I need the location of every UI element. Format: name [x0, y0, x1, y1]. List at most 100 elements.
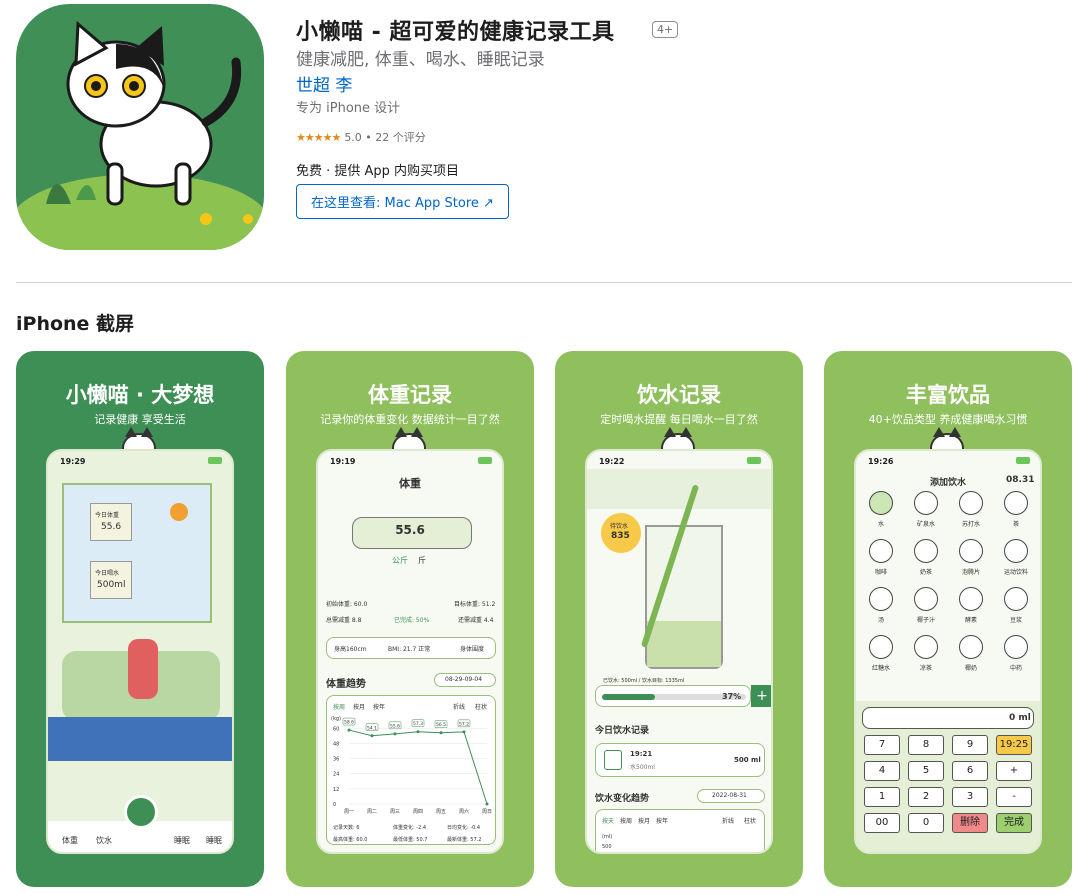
screenshot-1[interactable]: 小懒喵 · 大梦想 记录健康 享受生活 19:29 今日体重 55.6 今日喝水…	[16, 351, 264, 887]
bubble-value: 835	[611, 531, 630, 541]
drink-icon[interactable]	[914, 539, 938, 563]
x-tick-label: 周一	[344, 809, 354, 815]
water-record-item[interactable]: 19:21 水500ml 500 ml	[595, 743, 765, 777]
x-tick-label: 周四	[413, 809, 423, 815]
drink-icon[interactable]	[1004, 491, 1028, 515]
screenshot-subtitle: 40+饮品类型 养成健康喝水习惯	[868, 413, 1028, 426]
keypad-key[interactable]: 9	[952, 735, 988, 755]
keypad-key[interactable]: 3	[952, 787, 988, 807]
keypad-key[interactable]: 4	[864, 761, 900, 781]
range-tab-week[interactable]: 按周	[620, 816, 632, 825]
trend-date-picker[interactable]: 08-29-09-04	[434, 673, 496, 687]
range-tab-year[interactable]: 按年	[656, 816, 668, 825]
drink-icon[interactable]	[914, 587, 938, 611]
range-tab-week[interactable]: 按周	[333, 702, 345, 711]
paw-button[interactable]	[124, 795, 158, 829]
screenshot-2[interactable]: 体重记录 记录你的体重变化 数据统计一目了然 19:19 体重 55.6 公斤 …	[286, 351, 534, 887]
y-tick-label: 12	[333, 787, 339, 793]
status-bar: 19:22	[587, 451, 771, 469]
rating-text: 5.0 • 22 个评分	[344, 131, 426, 144]
status-bar: 19:19	[318, 451, 502, 469]
keypad-key[interactable]: 8	[908, 735, 944, 755]
y-tick-label: 60	[333, 726, 339, 732]
drink-label: 豆浆	[1009, 617, 1022, 624]
progress-text: 已饮水: 500ml / 饮水目标: 1335ml	[603, 678, 685, 684]
chart-tab-bar[interactable]: 柱状	[475, 702, 487, 711]
drink-icon[interactable]	[959, 635, 983, 659]
y-tick-label: 24	[333, 772, 339, 778]
chart-tab-line[interactable]: 折线	[453, 702, 465, 711]
data-label: 57.3	[413, 721, 423, 727]
y-tick-label: 48	[333, 741, 339, 747]
keypad-key[interactable]: +	[996, 761, 1032, 781]
screenshot-subtitle: 记录健康 享受生活	[94, 413, 186, 426]
tab-weight[interactable]: 体重	[62, 835, 78, 846]
range-tab-month[interactable]: 按月	[353, 702, 365, 711]
drink-icon[interactable]	[869, 539, 893, 563]
drink-icon[interactable]	[869, 587, 893, 611]
battery-icon	[747, 457, 761, 464]
drink-icon[interactable]	[914, 491, 938, 515]
drink-icon[interactable]	[914, 635, 938, 659]
drink-label: 中药	[1009, 665, 1022, 672]
screenshot-subtitle: 记录你的体重变化 数据统计一目了然	[320, 413, 500, 426]
body-fat-label: 身体围度	[460, 646, 485, 653]
drink-icon[interactable]	[1004, 539, 1028, 563]
keypad-key[interactable]: 完成	[996, 813, 1032, 833]
range-tab-day[interactable]: 按天	[602, 816, 614, 825]
wave-header	[587, 469, 771, 509]
chart-tab-bar[interactable]: 柱状	[744, 816, 756, 825]
drink-label: 泡腾片	[961, 569, 980, 576]
drink-icon[interactable]	[959, 491, 983, 515]
unit-jin-tab[interactable]: 斤	[418, 555, 426, 566]
keypad-key[interactable]: 1	[864, 787, 900, 807]
data-label: 56.5	[436, 722, 446, 728]
phone-mockup: 19:19 体重 55.6 公斤 斤 初始体重: 60.0 目标体重: 51.2…	[316, 449, 504, 854]
drink-icon[interactable]	[1004, 635, 1028, 659]
data-point	[393, 732, 397, 736]
status-bar: 19:26	[856, 451, 1040, 469]
keypad-key[interactable]: 00	[864, 813, 900, 833]
phone-mockup: 19:29 今日体重 55.6 今日喝水 500ml 体重 饮水 睡眠 睡眠	[46, 449, 234, 854]
chart-tab-line[interactable]: 折线	[722, 816, 734, 825]
keypad-key[interactable]: 2	[908, 787, 944, 807]
screenshots-section-title: iPhone 截屏	[16, 313, 135, 335]
note-value: 55.6	[101, 522, 122, 532]
tab-sleep-2[interactable]: 睡眠	[206, 835, 222, 846]
drink-label: 运动饮料	[1003, 569, 1028, 576]
trend-date-picker[interactable]: 2022-08-31	[697, 789, 765, 803]
trend-date: 2022-08-31	[712, 792, 747, 799]
range-tab-month[interactable]: 按月	[638, 816, 650, 825]
data-point	[347, 728, 351, 732]
phone-mockup: 19:22 待饮水 835 已饮水: 500ml / 饮水目标: 1335ml …	[585, 449, 773, 854]
add-water-button[interactable]: +	[751, 685, 771, 707]
range-tab-year[interactable]: 按年	[373, 702, 385, 711]
star-rating-icon: ★★★★★	[296, 131, 341, 144]
developer-link[interactable]: 世超 李	[296, 71, 352, 96]
weight-line-chart: (kg) 0 12 24 36 48 60 周一 周二 周三 周四 周五 周六 周日 58.6 54.1 55.…	[331, 716, 492, 815]
screenshot-3[interactable]: 饮水记录 定时喝水提醒 每日喝水一目了然 19:22 待饮水 835 已饮水: …	[555, 351, 803, 887]
x-tick-label: 周日	[482, 809, 492, 815]
progress-bar: 37%	[595, 685, 751, 707]
note-label: 今日喝水	[95, 570, 120, 577]
keypad-key[interactable]: 7	[864, 735, 900, 755]
tab-sleep[interactable]: 睡眠	[174, 835, 190, 846]
drink-icon[interactable]	[959, 587, 983, 611]
record-name: 水500ml	[630, 764, 655, 771]
drink-icon[interactable]	[869, 635, 893, 659]
mac-app-store-button[interactable]: 在这里查看: Mac App Store ↗	[296, 184, 509, 219]
keypad-key[interactable]: 6	[952, 761, 988, 781]
screenshot-4[interactable]: 丰富饮品 40+饮品类型 养成健康喝水习惯 19:26 添加饮水 08.31 水…	[824, 351, 1072, 887]
tab-water[interactable]: 饮水	[96, 835, 112, 846]
trend-date: 08-29-09-04	[445, 676, 483, 683]
keypad-key[interactable]: 删除	[952, 813, 988, 833]
drink-icon[interactable]	[959, 539, 983, 563]
drink-icon[interactable]	[869, 491, 893, 515]
keypad-key[interactable]: 19:25	[996, 735, 1032, 755]
drink-icon[interactable]	[1004, 587, 1028, 611]
screenshot-title: 丰富饮品	[906, 383, 990, 407]
keypad-key[interactable]: 5	[908, 761, 944, 781]
keypad-key[interactable]: -	[996, 787, 1032, 807]
keypad-key[interactable]: 0	[908, 813, 944, 833]
unit-kg-tab[interactable]: 公斤	[392, 555, 408, 566]
